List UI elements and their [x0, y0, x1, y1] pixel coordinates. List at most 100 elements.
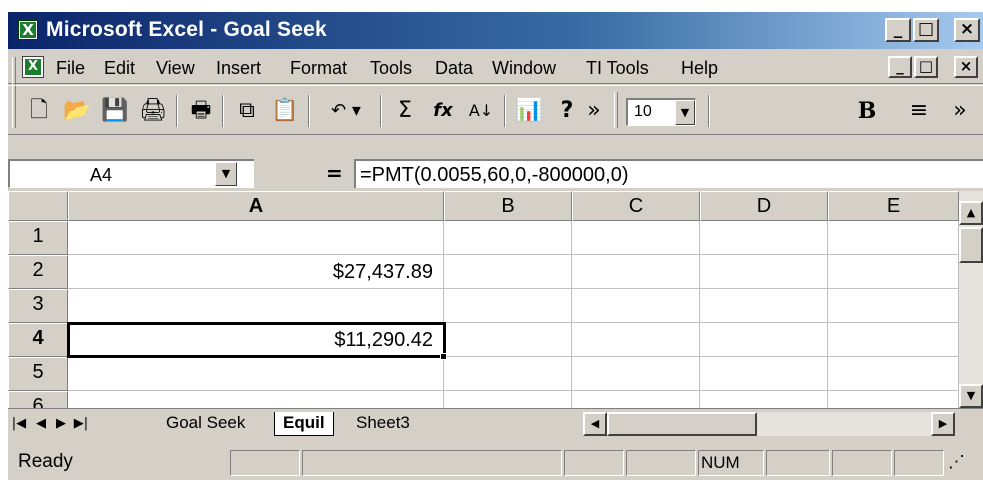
cell-c5[interactable] — [572, 357, 700, 391]
cell-e1[interactable] — [828, 221, 959, 255]
menu-window[interactable]: Window — [492, 57, 556, 79]
cell-e2[interactable] — [828, 255, 959, 289]
row-header-1[interactable]: 1 — [8, 221, 68, 255]
row-header-6[interactable]: 6 — [8, 391, 68, 408]
doc-restore-button[interactable]: □ — [914, 56, 938, 78]
cell-c4[interactable] — [572, 323, 700, 357]
scroll-up-icon[interactable]: ▲ — [959, 201, 983, 225]
more-buttons-icon[interactable]: » — [584, 95, 604, 127]
bold-button[interactable]: B — [850, 95, 884, 127]
cell-a6[interactable] — [68, 391, 444, 408]
cell-d1[interactable] — [700, 221, 828, 255]
column-header-c[interactable]: C — [572, 191, 700, 221]
menu-data[interactable]: Data — [435, 57, 473, 79]
name-box[interactable]: A4 ▼ — [8, 159, 254, 188]
cell-e4[interactable] — [828, 323, 959, 357]
print-icon[interactable]: 🖶 — [184, 95, 218, 127]
scroll-left-icon[interactable]: ◀ — [583, 412, 607, 436]
column-header-d[interactable]: D — [700, 191, 828, 221]
cell-b2[interactable] — [444, 255, 572, 289]
resize-grip-icon[interactable]: ⋰ — [946, 450, 980, 476]
toolbar-grip[interactable] — [12, 92, 16, 128]
column-header-e[interactable]: E — [828, 191, 959, 221]
menu-file[interactable]: File — [56, 57, 85, 79]
previous-sheet-icon[interactable]: ◀ — [32, 413, 50, 435]
cell-b3[interactable] — [444, 289, 572, 323]
cell-c2[interactable] — [572, 255, 700, 289]
cell-b4[interactable] — [444, 323, 572, 357]
cell-a2[interactable]: $27,437.89 — [68, 255, 444, 289]
next-sheet-icon[interactable]: ▶ — [52, 413, 70, 435]
toolbar-grip-2[interactable] — [614, 92, 618, 128]
excel-app-icon[interactable]: X — [18, 20, 38, 40]
scroll-right-icon[interactable]: ▶ — [931, 412, 955, 436]
sheet-tab-equil[interactable]: Equil — [274, 412, 334, 436]
autosum-icon[interactable]: Σ — [388, 95, 422, 127]
row-header-5[interactable]: 5 — [8, 357, 68, 391]
fill-handle[interactable] — [440, 353, 447, 360]
cell-c6[interactable] — [572, 391, 700, 408]
cell-d2[interactable] — [700, 255, 828, 289]
cell-e6[interactable] — [828, 391, 959, 408]
title-bar[interactable]: X Microsoft Excel - Goal Seek _ □ × — [8, 12, 983, 49]
sheet-tab-sheet3[interactable]: Sheet3 — [348, 412, 418, 436]
vertical-scroll-thumb[interactable] — [959, 227, 983, 263]
close-button[interactable]: × — [954, 18, 980, 42]
chart-wizard-icon[interactable]: 📊 — [512, 95, 546, 127]
cell-e5[interactable] — [828, 357, 959, 391]
align-left-icon[interactable]: ≡ — [902, 95, 936, 127]
cell-d4[interactable] — [700, 323, 828, 357]
cell-d6[interactable] — [700, 391, 828, 408]
more-buttons-icon-2[interactable]: » — [948, 95, 972, 127]
horizontal-scroll-thumb[interactable] — [607, 412, 757, 436]
sheet-tab-goal-seek[interactable]: Goal Seek — [158, 412, 253, 436]
row-header-3[interactable]: 3 — [8, 289, 68, 323]
paste-icon[interactable]: 📋 — [268, 95, 302, 127]
save-icon[interactable]: 💾 — [98, 95, 132, 127]
cell-c1[interactable] — [572, 221, 700, 255]
permission-icon[interactable]: 🖨 — [136, 95, 170, 127]
cell-b1[interactable] — [444, 221, 572, 255]
doc-close-button[interactable]: × — [954, 56, 978, 78]
worksheet-grid[interactable]: A B C D E 1 2 3 4 5 6 $27,437.89 $11,290… — [8, 191, 983, 408]
sort-ascending-icon[interactable]: A↓ — [464, 95, 498, 127]
cell-b5[interactable] — [444, 357, 572, 391]
row-header-2[interactable]: 2 — [8, 255, 68, 289]
cell-a1[interactable] — [68, 221, 444, 255]
last-sheet-icon[interactable]: ▶| — [72, 413, 90, 435]
horizontal-scrollbar[interactable]: ◀ ▶ — [583, 412, 955, 436]
scroll-down-icon[interactable]: ▼ — [959, 384, 983, 408]
doc-minimize-button[interactable]: _ — [888, 56, 912, 78]
formula-input[interactable]: =PMT(0.0055,60,0,-800000,0) — [354, 159, 983, 188]
cell-b6[interactable] — [444, 391, 572, 408]
copy-icon[interactable]: ⧉ — [230, 95, 264, 127]
minimize-button[interactable]: _ — [885, 18, 911, 42]
chevron-down-icon[interactable]: ▼ — [215, 162, 237, 186]
menu-help[interactable]: Help — [681, 57, 718, 79]
menu-format[interactable]: Format — [290, 57, 347, 79]
menu-view[interactable]: View — [156, 57, 195, 79]
menu-insert[interactable]: Insert — [216, 57, 261, 79]
select-all-button[interactable] — [8, 191, 68, 221]
cell-a5[interactable] — [68, 357, 444, 391]
workbook-icon[interactable]: X — [22, 56, 44, 78]
row-header-4[interactable]: 4 — [8, 323, 68, 357]
chevron-down-icon[interactable]: ▼ — [675, 100, 695, 125]
cell-d3[interactable] — [700, 289, 828, 323]
menu-tools[interactable]: Tools — [370, 57, 412, 79]
font-size-select[interactable]: 10 ▼ — [626, 98, 696, 126]
cell-c3[interactable] — [572, 289, 700, 323]
cell-e3[interactable] — [828, 289, 959, 323]
menu-edit[interactable]: Edit — [104, 57, 135, 79]
open-icon[interactable]: 📂 — [60, 95, 94, 127]
menu-ti-tools[interactable]: TI Tools — [586, 57, 649, 79]
cell-d5[interactable] — [700, 357, 828, 391]
undo-icon[interactable]: ↶ ▾ — [318, 95, 374, 127]
new-icon[interactable]: 🗋 — [22, 95, 56, 127]
first-sheet-icon[interactable]: |◀ — [10, 413, 28, 435]
vertical-scrollbar[interactable]: ▲ ▼ — [959, 191, 983, 408]
maximize-button[interactable]: □ — [913, 18, 939, 42]
edit-formula-button[interactable]: = — [326, 162, 343, 184]
cell-a3[interactable] — [68, 289, 444, 323]
column-header-b[interactable]: B — [444, 191, 572, 221]
